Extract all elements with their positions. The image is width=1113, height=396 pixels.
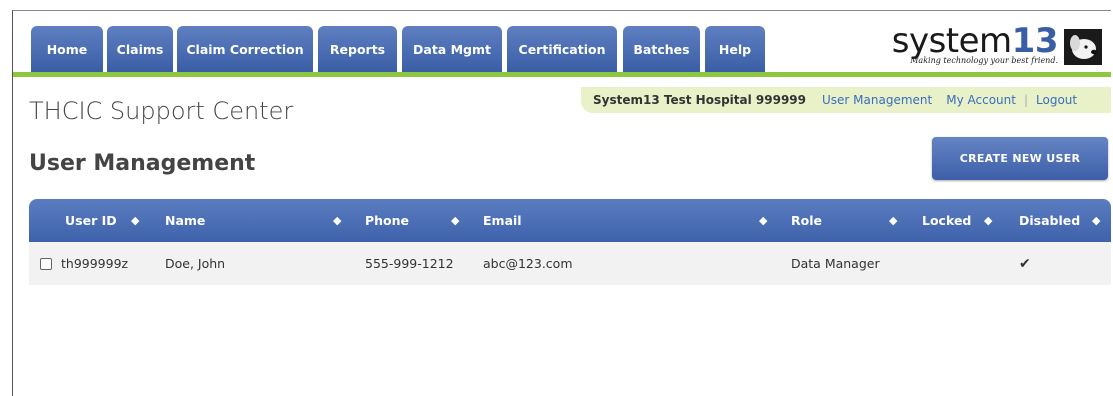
sort-icon[interactable]: ◆ <box>984 199 992 242</box>
system13-logo[interactable]: system13 Making technology your best fri… <box>866 21 1106 69</box>
col-user-id[interactable]: User ID <box>65 199 117 242</box>
cell-user-id: th999999z <box>61 256 129 271</box>
col-disabled[interactable]: Disabled <box>1019 199 1080 242</box>
logout-link[interactable]: Logout <box>1036 93 1077 107</box>
user-management-link[interactable]: User Management <box>822 93 932 107</box>
table-header: User ID ◆ Name ◆ Phone ◆ Email ◆ Role ◆ … <box>29 199 1111 242</box>
app-frame: Home Claims Claim Correction Reports Dat… <box>12 10 1111 396</box>
top-nav: Home Claims Claim Correction Reports Dat… <box>13 11 1111 77</box>
link-separator: | <box>1023 93 1029 107</box>
col-phone[interactable]: Phone <box>365 199 409 242</box>
tab-reports[interactable]: Reports <box>318 26 397 72</box>
sort-icon[interactable]: ◆ <box>131 199 139 242</box>
page-title: User Management <box>29 151 256 176</box>
user-bar: System13 Test Hospital 999999 User Manag… <box>581 87 1111 113</box>
cell-phone: 555-999-1212 <box>365 256 454 271</box>
tab-data-mgmt[interactable]: Data Mgmt <box>402 26 502 72</box>
col-locked[interactable]: Locked <box>922 199 971 242</box>
tab-help[interactable]: Help <box>705 26 765 72</box>
cell-role: Data Manager <box>791 256 880 271</box>
logo-wordmark: system13 <box>891 21 1059 61</box>
nav-accent-bar <box>13 72 1111 77</box>
my-account-link[interactable]: My Account <box>946 93 1016 107</box>
sort-icon[interactable]: ◆ <box>333 199 341 242</box>
col-email[interactable]: Email <box>483 199 522 242</box>
logo-tagline: Making technology your best friend. <box>910 56 1058 65</box>
table-row[interactable]: th999999z Doe, John 555-999-1212 abc@123… <box>29 242 1111 285</box>
col-role[interactable]: Role <box>791 199 822 242</box>
sort-icon[interactable]: ◆ <box>451 199 459 242</box>
col-name[interactable]: Name <box>165 199 205 242</box>
site-title: THCIC Support Center <box>29 97 294 125</box>
tab-batches[interactable]: Batches <box>623 26 700 72</box>
sort-icon[interactable]: ◆ <box>889 199 897 242</box>
create-new-user-button[interactable]: CREATE NEW USER <box>932 137 1108 180</box>
dog-icon <box>1064 29 1102 65</box>
tab-claim-correction[interactable]: Claim Correction <box>177 26 313 72</box>
cell-name: Doe, John <box>165 256 226 271</box>
check-icon: ✔ <box>1019 255 1031 272</box>
tab-home[interactable]: Home <box>31 26 103 72</box>
users-table: User ID ◆ Name ◆ Phone ◆ Email ◆ Role ◆ … <box>29 199 1111 285</box>
cell-email: abc@123.com <box>483 256 573 271</box>
row-select-checkbox[interactable] <box>40 258 52 270</box>
sort-icon[interactable]: ◆ <box>1092 199 1100 242</box>
tab-certification[interactable]: Certification <box>507 26 617 72</box>
sort-icon[interactable]: ◆ <box>759 199 767 242</box>
hospital-name: System13 Test Hospital 999999 <box>593 93 807 107</box>
tab-claims[interactable]: Claims <box>107 26 173 72</box>
